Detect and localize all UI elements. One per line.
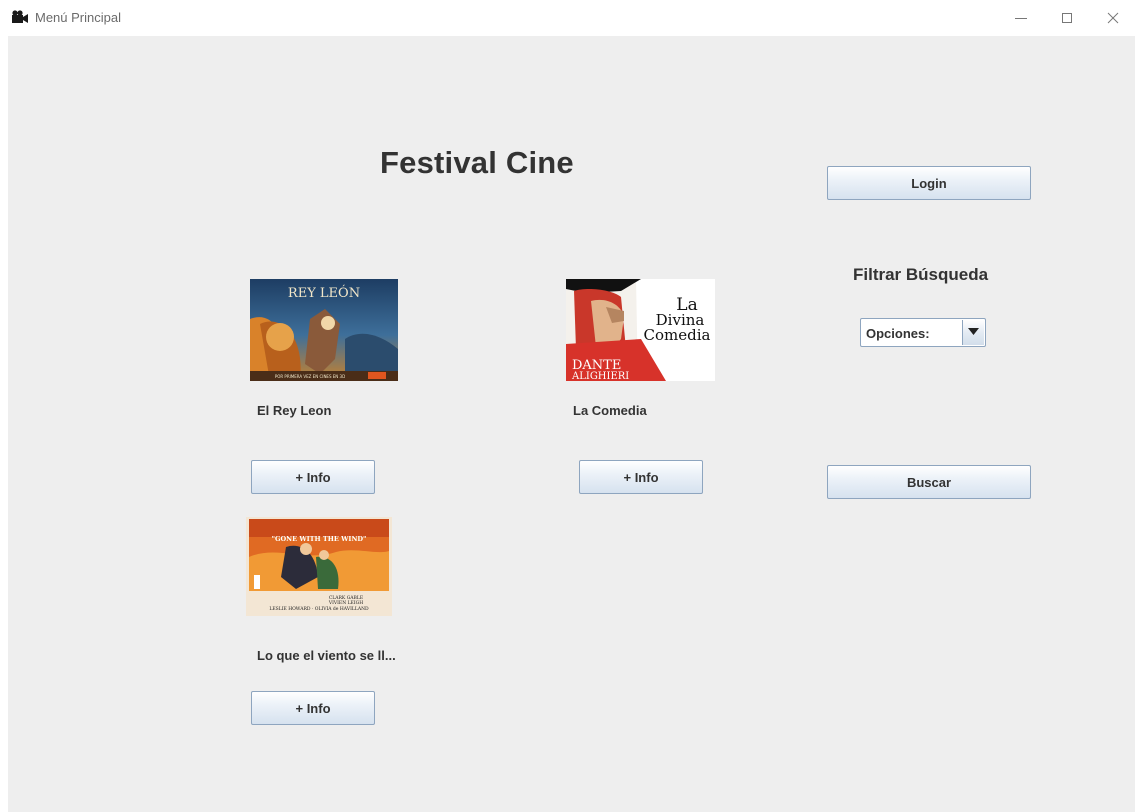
movie-title-la-comedia: La Comedia xyxy=(573,403,647,418)
dropdown-arrow-button[interactable] xyxy=(962,320,984,345)
poster-cast3-text: LESLIE HOWARD · OLIVIA de HAVILLAND xyxy=(269,606,369,612)
poster-heading-text: REY LEÓN xyxy=(288,284,360,301)
options-dropdown[interactable]: Opciones: xyxy=(860,318,986,347)
movie-poster-rey-leon: REY LEÓN POR PRIMERA VEZ EN CINES EN 3D xyxy=(250,279,398,381)
poster-line3-text: Comedia xyxy=(644,326,711,344)
close-icon xyxy=(1107,12,1119,24)
info-button-lo-que-el-viento[interactable]: + Info xyxy=(251,691,375,725)
login-button[interactable]: Login xyxy=(827,166,1031,200)
poster-author2-text: ALIGHIERI xyxy=(571,371,629,381)
window-title: Menú Principal xyxy=(35,10,121,25)
page-title: Festival Cine xyxy=(380,145,574,180)
search-button[interactable]: Buscar xyxy=(827,465,1031,499)
maximize-icon xyxy=(1062,13,1072,23)
close-button[interactable] xyxy=(1090,0,1135,36)
info-button-rey-leon[interactable]: + Info xyxy=(251,460,375,494)
movie-title-lo-que-el-viento: Lo que el viento se ll... xyxy=(257,648,396,663)
info-button-la-comedia[interactable]: + Info xyxy=(579,460,703,494)
poster-heading-text: "GONE WITH THE WIND" xyxy=(272,535,367,543)
poster-tagline-text: POR PRIMERA VEZ EN CINES EN 3D xyxy=(275,374,345,379)
film-camera-icon xyxy=(11,10,29,24)
filter-title: Filtrar Búsqueda xyxy=(853,265,989,284)
dropdown-selected-value: Opciones: xyxy=(866,326,930,341)
movie-poster-divina-comedia: La Divina Comedia DANTE ALIGHIERI xyxy=(566,279,715,381)
maximize-button[interactable] xyxy=(1044,0,1090,36)
minimize-button[interactable] xyxy=(998,0,1044,36)
chevron-down-icon xyxy=(968,328,979,335)
movie-title-rey-leon: El Rey Leon xyxy=(257,403,332,418)
poster-cast2-text: VIVIEN LEIGH xyxy=(328,600,363,606)
minimize-icon xyxy=(1015,18,1027,19)
window-titlebar: Menú Principal xyxy=(0,0,1135,36)
movie-poster-gone-with-the-wind: "GONE WITH THE WIND" CLARK GABLE VIVIEN … xyxy=(246,517,392,616)
